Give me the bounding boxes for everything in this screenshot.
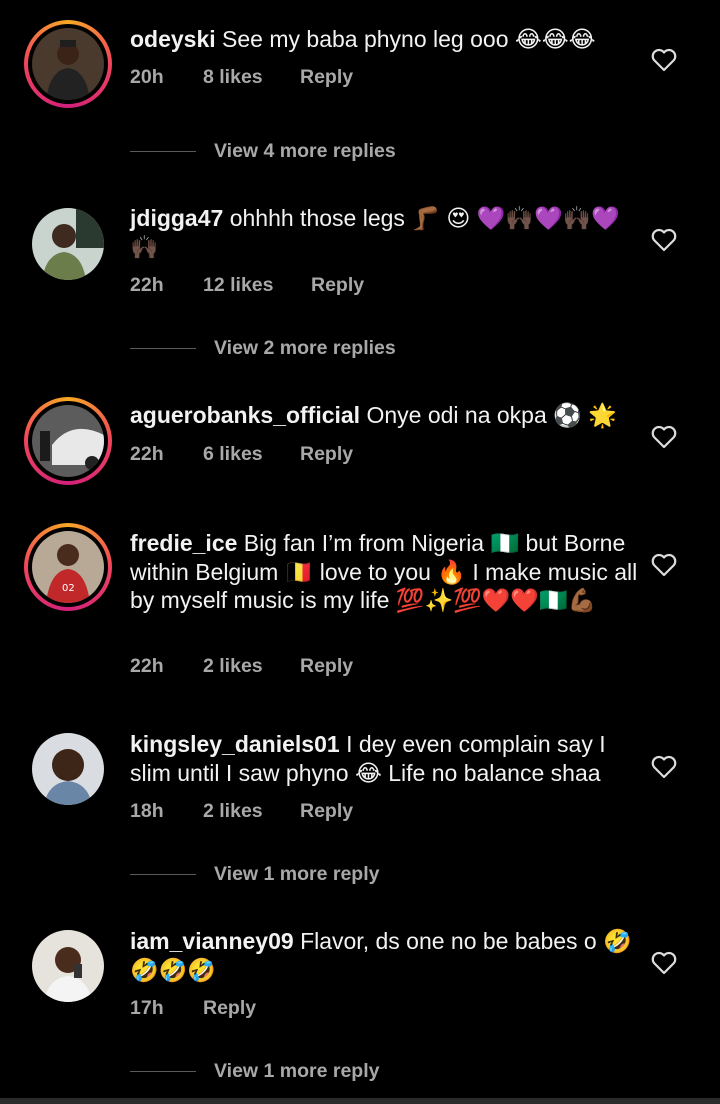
reply-button[interactable]: Reply <box>300 66 353 89</box>
divider-line <box>130 1071 196 1072</box>
comment-username[interactable]: odeyski <box>130 26 216 52</box>
comment-time: 22h <box>130 443 164 465</box>
view-more-replies[interactable]: View 1 more reply <box>130 863 379 886</box>
avatar-wrap[interactable] <box>24 725 112 813</box>
comment-text: jdigga47 ohhhh those legs 🦵🏾 😍 💜🙌🏿💜🙌🏿💜🙌🏿 <box>130 204 640 261</box>
comment-username[interactable]: aguerobanks_official <box>130 402 360 428</box>
avatar[interactable] <box>32 930 104 1002</box>
comment-username[interactable]: kingsley_daniels01 <box>130 731 340 757</box>
avatar[interactable] <box>32 208 104 280</box>
comment-time: 22h <box>130 655 164 677</box>
view-more-replies[interactable]: View 2 more replies <box>130 337 396 360</box>
comment-time: 20h <box>130 66 164 88</box>
heart-icon[interactable] <box>651 755 677 779</box>
comment-time: 22h <box>130 274 164 296</box>
avatar[interactable] <box>32 28 104 100</box>
comment-body: See my baba phyno leg ooo 😂😂😂 <box>222 26 596 52</box>
comment-meta: 22h 6 likes Reply <box>130 443 353 466</box>
comment-meta: 17h Reply <box>130 997 256 1020</box>
view-more-label[interactable]: View 4 more replies <box>214 140 396 163</box>
reply-button[interactable]: Reply <box>311 274 364 297</box>
comment-likes[interactable]: 6 likes <box>203 443 300 466</box>
comment-meta: 22h 2 likes Reply <box>130 655 353 678</box>
reply-button[interactable]: Reply <box>300 800 353 823</box>
comment-time: 18h <box>130 800 164 822</box>
svg-text:02: 02 <box>62 583 75 594</box>
heart-icon[interactable] <box>651 425 677 449</box>
comment-username[interactable]: jdigga47 <box>130 205 223 231</box>
avatar[interactable]: 02 <box>32 531 104 603</box>
view-more-label[interactable]: View 1 more reply <box>214 1060 379 1083</box>
comment-meta: 22h 12 likes Reply <box>130 274 364 297</box>
avatar[interactable] <box>32 405 104 477</box>
comment-text: odeyski See my baba phyno leg ooo 😂😂😂 <box>130 25 640 54</box>
comment-text: fredie_ice Big fan I’m from Nigeria 🇳🇬 b… <box>130 529 640 615</box>
comment-likes[interactable]: 2 likes <box>203 655 300 678</box>
reply-button[interactable]: Reply <box>203 997 256 1020</box>
view-more-replies[interactable]: View 1 more reply <box>130 1060 379 1083</box>
comment-meta: 18h 2 likes Reply <box>130 800 353 823</box>
bottom-bar <box>0 1098 720 1104</box>
heart-icon[interactable] <box>651 553 677 577</box>
comment-text: aguerobanks_official Onye odi na okpa ⚽ … <box>130 401 640 430</box>
view-more-replies[interactable]: View 4 more replies <box>130 140 396 163</box>
comment-likes[interactable]: 2 likes <box>203 800 300 823</box>
comment-likes[interactable]: 12 likes <box>203 274 311 297</box>
heart-icon[interactable] <box>651 48 677 72</box>
avatar[interactable] <box>32 733 104 805</box>
comment-text: iam_vianney09 Flavor, ds one no be babes… <box>130 927 640 984</box>
comment-body: Onye odi na okpa ⚽ 🌟 <box>366 402 617 428</box>
divider-line <box>130 151 196 152</box>
divider-line <box>130 348 196 349</box>
comment-username[interactable]: iam_vianney09 <box>130 928 294 954</box>
heart-icon[interactable] <box>651 228 677 252</box>
comment-time: 17h <box>130 997 164 1019</box>
avatar-wrap[interactable] <box>24 200 112 288</box>
comment-likes[interactable]: 8 likes <box>203 66 300 89</box>
avatar-story-ring[interactable] <box>24 397 112 485</box>
divider-line <box>130 874 196 875</box>
avatar-wrap[interactable] <box>24 922 112 1010</box>
view-more-label[interactable]: View 1 more reply <box>214 863 379 886</box>
reply-button[interactable]: Reply <box>300 655 353 678</box>
view-more-label[interactable]: View 2 more replies <box>214 337 396 360</box>
avatar-story-ring[interactable]: 02 <box>24 523 112 611</box>
avatar-story-ring[interactable] <box>24 20 112 108</box>
heart-icon[interactable] <box>651 951 677 975</box>
reply-button[interactable]: Reply <box>300 443 353 466</box>
comment-meta: 20h 8 likes Reply <box>130 66 353 89</box>
comment-username[interactable]: fredie_ice <box>130 530 237 556</box>
comment-text: kingsley_daniels01 I dey even complain s… <box>130 730 640 787</box>
